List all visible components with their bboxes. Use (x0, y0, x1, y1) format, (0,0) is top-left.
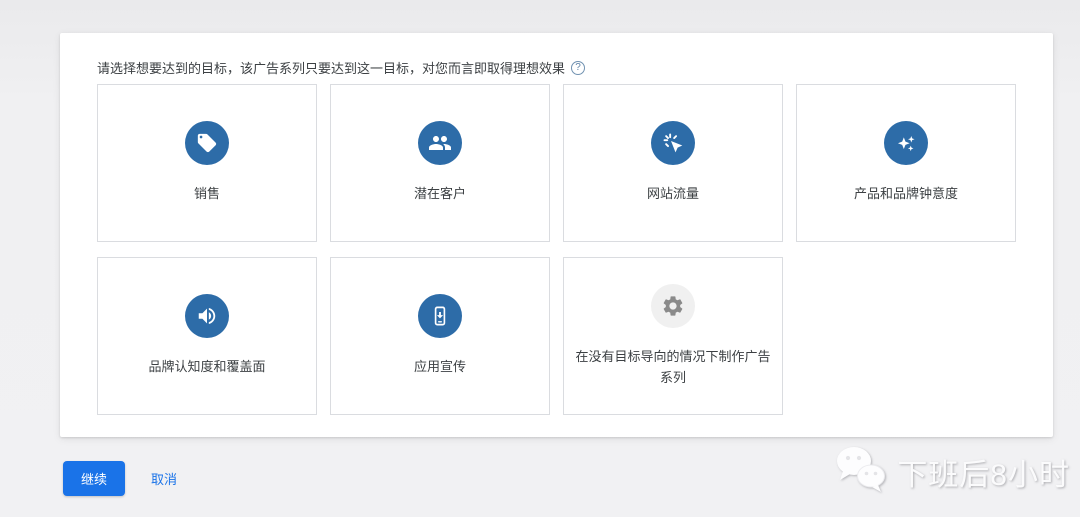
watermark: 下班后8小时 (833, 444, 1070, 499)
instruction-text: 请选择想要达到的目标，该广告系列只要达到这一目标，对您而言即取得理想效果 (97, 61, 566, 76)
goal-card-sales[interactable]: 销售 (97, 84, 317, 242)
cursor-click-icon (651, 121, 695, 166)
goal-card-website-traffic[interactable]: 网站流量 (563, 84, 783, 242)
goal-selection-panel: 请选择想要达到的目标，该广告系列只要达到这一目标，对您而言即取得理想效果 ? 销… (60, 33, 1053, 437)
goal-card-label: 潜在客户 (413, 186, 466, 202)
tag-icon (185, 121, 229, 166)
goal-card-label: 应用宣传 (413, 359, 466, 375)
goal-card-app-promotion[interactable]: 应用宣传 (330, 257, 550, 415)
goal-card-no-goal-guidance[interactable]: 在没有目标导向的情况下制作广告系列 (563, 257, 783, 415)
goal-card-brand-awareness-reach[interactable]: 品牌认知度和覆盖面 (97, 257, 317, 415)
people-icon (418, 121, 462, 166)
goal-card-label: 在没有目标导向的情况下制作广告系列 (575, 349, 771, 385)
goal-card-product-brand-consideration[interactable]: 产品和品牌钟意度 (796, 84, 1016, 242)
goal-card-label: 网站流量 (646, 186, 699, 202)
goal-card-leads[interactable]: 潜在客户 (330, 84, 550, 242)
watermark-text: 下班后8小时 (897, 458, 1070, 492)
goal-card-label: 销售 (193, 186, 220, 202)
footer-actions: 继续 取消 (63, 461, 177, 496)
goal-grid: 销售 潜在客户 网站流量 产品和品牌钟意度 品牌认知度和覆盖面 应用宣传 在没有… (97, 84, 1016, 415)
cancel-link[interactable]: 取消 (151, 469, 177, 488)
sparkles-icon (884, 121, 928, 166)
goal-card-label: 品牌认知度和覆盖面 (148, 359, 266, 375)
gear-icon (651, 284, 695, 329)
goal-card-label: 产品和品牌钟意度 (853, 186, 958, 202)
help-icon[interactable]: ? (571, 60, 586, 75)
continue-button[interactable]: 继续 (63, 461, 126, 496)
instruction-row: 请选择想要达到的目标，该广告系列只要达到这一目标，对您而言即取得理想效果 ? (97, 58, 586, 77)
wechat-logo-icon (833, 444, 889, 499)
phone-download-icon (418, 294, 462, 339)
speaker-icon (185, 294, 229, 339)
